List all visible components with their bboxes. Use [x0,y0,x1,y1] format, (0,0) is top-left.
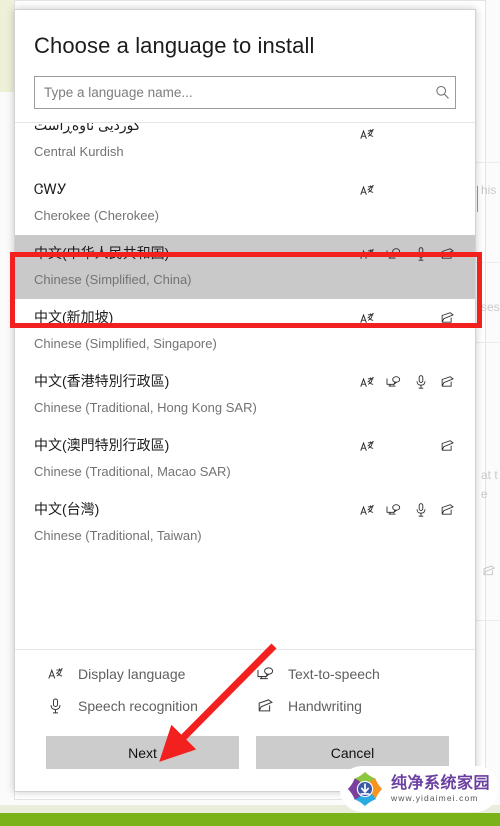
language-english-name: Chinese (Traditional, Taiwan) [34,528,202,543]
handwriting-icon [440,310,455,326]
legend-item-handwriting: Handwriting [225,698,475,714]
watermark-logo-icon [346,770,384,808]
language-feature-icons [359,126,455,142]
handwriting-icon [257,699,274,713]
display-language-icon [359,310,374,326]
feature-slot-empty [440,182,455,198]
backdrop-scrollbar[interactable] [477,186,478,212]
backdrop-divider [476,262,500,263]
language-english-name: Chinese (Simplified, Singapore) [34,336,217,351]
backdrop-divider [476,342,500,343]
display-language-icon [359,126,374,142]
backdrop-text-fragment: at t [481,468,498,482]
display-language-icon [359,438,374,454]
feature-slot-empty [386,182,401,198]
feature-slot-empty [413,126,428,142]
language-feature-icons [359,438,455,454]
language-english-name: Cherokee (Cherokee) [34,208,160,223]
search-input[interactable] [35,85,429,100]
feature-slot-empty [440,126,455,142]
backdrop-text-fragment: his [481,183,497,197]
backdrop-bottom-green-strip [0,813,500,826]
site-watermark: 纯净系统家园 www.yidaimei.com [339,766,498,812]
text-to-speech-icon [386,502,401,518]
backdrop-divider [476,620,500,621]
language-list-item[interactable]: 中文(中华人民共和国) Chinese (Simplified, China) [15,235,475,299]
display-language-icon [359,182,374,198]
display-language-icon [47,667,64,681]
feature-slot-empty [413,310,428,326]
language-list-item[interactable]: کوردیی ناوەڕاست Central Kurdish [15,123,475,171]
legend-label: Handwriting [288,698,362,714]
language-english-name: Chinese (Traditional, Macao SAR) [34,464,231,479]
language-feature-icons [359,374,455,390]
language-list[interactable]: کوردیی ناوەڕاست Central Kurdish ᏣᎳᎩ Cheroke… [15,123,475,649]
cancel-button[interactable]: Cancel [256,736,449,769]
legend-label: Display language [78,666,186,682]
legend-item-display-language: Display language [15,666,225,682]
legend-label: Speech recognition [78,698,198,714]
handwriting-icon [440,246,455,262]
backdrop-divider [476,162,500,163]
backdrop-handwriting-icon [483,565,496,580]
display-language-icon [359,374,374,390]
feature-legend: Display language Text-to-speech Speech r… [15,650,475,728]
speech-recognition-icon [413,246,428,262]
display-language-icon [359,502,374,518]
watermark-title: 纯净系统家园 [390,773,490,793]
language-feature-icons [359,182,455,198]
speech-recognition-icon [47,698,64,714]
backdrop-text-fragment: e [481,487,488,501]
language-list-item[interactable]: 中文(台灣) Chinese (Traditional, Taiwan) [15,491,475,555]
legend-item-text-to-speech: Text-to-speech [225,666,475,682]
language-english-name: Chinese (Traditional, Hong Kong SAR) [34,400,257,415]
watermark-url: www.yidaimei.com [390,793,479,804]
backdrop-text-fragment: ses [481,300,500,314]
handwriting-icon [440,438,455,454]
language-list-item[interactable]: 中文(香港特別行政區) Chinese (Traditional, Hong Ko… [15,363,475,427]
language-feature-icons [359,502,455,518]
speech-recognition-icon [413,374,428,390]
text-to-speech-icon [386,246,401,262]
language-list-item[interactable]: 中文(澳門特別行政區) Chinese (Traditional, Macao S… [15,427,475,491]
language-english-name: Chinese (Simplified, China) [34,272,192,287]
feature-slot-empty [386,310,401,326]
text-to-speech-icon [257,666,274,682]
legend-item-speech-recognition: Speech recognition [15,698,225,714]
text-to-speech-icon [386,374,401,390]
next-button[interactable]: Next [46,736,239,769]
display-language-icon [359,246,374,262]
search-icon[interactable] [429,85,455,100]
speech-recognition-icon [413,502,428,518]
handwriting-icon [440,374,455,390]
language-feature-icons [359,246,455,262]
legend-label: Text-to-speech [288,666,380,682]
feature-slot-empty [386,438,401,454]
dialog-title: Choose a language to install [34,33,315,58]
feature-slot-empty [413,438,428,454]
feature-slot-empty [413,182,428,198]
choose-language-dialog: Choose a language to install کوردیی ناوە… [14,9,476,792]
language-list-item[interactable]: 中文(新加坡) Chinese (Simplified, Singapore) [15,299,475,363]
language-search-box[interactable] [34,76,456,109]
language-english-name: Central Kurdish [34,144,124,159]
handwriting-icon [440,502,455,518]
feature-slot-empty [386,126,401,142]
language-feature-icons [359,310,455,326]
language-list-item[interactable]: ᏣᎳᎩ Cherokee (Cherokee) [15,171,475,235]
